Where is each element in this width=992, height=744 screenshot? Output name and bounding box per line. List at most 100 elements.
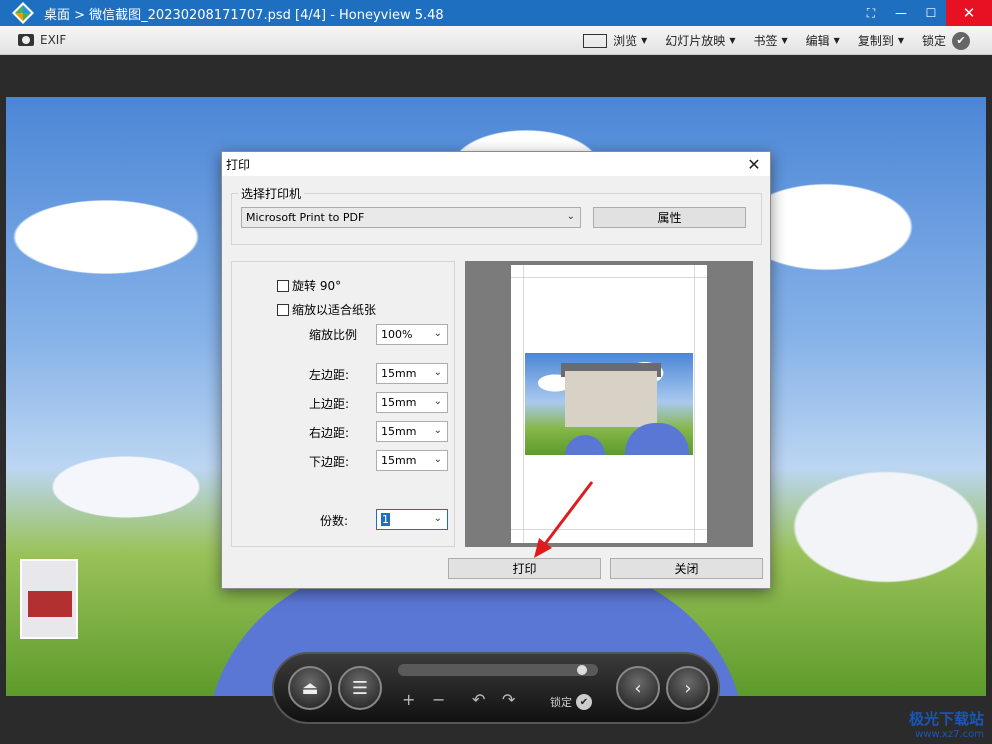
exif-button[interactable]: EXIF xyxy=(18,33,66,47)
exif-label: EXIF xyxy=(40,33,67,47)
chevron-down-icon: ⌄ xyxy=(433,328,442,339)
dialog-close-button-label: 关闭 xyxy=(674,562,699,576)
menu-button[interactable]: ☰ xyxy=(338,666,382,710)
rotate-checkbox-box[interactable] xyxy=(277,279,289,292)
watermark-url: www.xz7.com xyxy=(915,729,984,740)
fullscreen-button[interactable]: ⛶ xyxy=(856,0,886,26)
bookmark-label: 书签 xyxy=(753,34,778,48)
copies-select[interactable]: 1 ⌄ xyxy=(376,509,448,530)
print-options-group: 旋转 90° 缩放以适合纸张 缩放比例 100% ⌄ 左边距: 15mm ⌄ 上… xyxy=(231,261,455,547)
copy-to-label: 复制到 xyxy=(857,34,894,48)
bottom-margin-select[interactable]: 15mm ⌄ xyxy=(376,450,448,471)
fit-paper-checkbox[interactable]: 缩放以适合纸张 xyxy=(277,301,376,318)
chevron-down-icon: ⌄ xyxy=(433,454,442,465)
window-title: 桌面 > 微信截图_20230208171707.psd [4/4] - Hon… xyxy=(44,7,444,23)
printer-group: 选择打印机 Microsoft Print to PDF ⌄ 属性 xyxy=(231,185,762,245)
minimize-icon: — xyxy=(895,6,907,20)
fit-paper-checkbox-box[interactable] xyxy=(277,303,289,316)
check-icon: ✔ xyxy=(576,694,592,710)
close-icon: ✕ xyxy=(962,4,976,22)
dialog-close-button[interactable]: 关闭 xyxy=(610,558,763,579)
print-button-label: 打印 xyxy=(512,562,537,576)
right-margin-label: 右边距: xyxy=(309,426,350,440)
annotation-arrow xyxy=(534,481,594,558)
previous-button[interactable]: ‹ xyxy=(616,666,660,710)
top-margin-label: 上边距: xyxy=(309,397,350,411)
title-bar: 桌面 > 微信截图_20230208171707.psd [4/4] - Hon… xyxy=(0,0,992,26)
print-dialog: 打印 ✕ 选择打印机 Microsoft Print to PDF ⌄ 属性 旋… xyxy=(221,151,771,589)
edit-menu[interactable]: 编辑 ▼ xyxy=(806,32,840,49)
scale-select[interactable]: 100% ⌄ xyxy=(376,324,448,345)
rotate-right-icon[interactable]: ↷ xyxy=(502,690,515,709)
rotate-label: 旋转 90° xyxy=(292,279,342,293)
chevron-left-icon: ‹ xyxy=(634,677,642,699)
edit-label: 编辑 xyxy=(805,34,830,48)
top-margin-select[interactable]: 15mm ⌄ xyxy=(376,392,448,413)
dialog-title: 打印 xyxy=(226,157,251,172)
chevron-down-icon: ⌄ xyxy=(433,367,442,378)
controls-lock-toggle[interactable]: 锁定 ✔ xyxy=(550,694,592,710)
left-margin-select[interactable]: 15mm ⌄ xyxy=(376,363,448,384)
minimize-button[interactable]: — xyxy=(886,0,916,26)
properties-button[interactable]: 属性 xyxy=(593,207,746,228)
caret-down-icon: ▼ xyxy=(729,36,736,45)
eject-button[interactable]: ⏏ xyxy=(288,666,332,710)
rotate-checkbox[interactable]: 旋转 90° xyxy=(277,277,341,294)
camera-icon xyxy=(18,34,34,46)
properties-button-label: 属性 xyxy=(657,211,682,225)
print-button[interactable]: 打印 xyxy=(448,558,601,579)
right-margin-select[interactable]: 15mm ⌄ xyxy=(376,421,448,442)
slideshow-menu[interactable]: 幻灯片放映 ▼ xyxy=(665,32,735,49)
top-margin-value: 15mm xyxy=(381,396,417,409)
lock-toggle[interactable]: 锁定 ✔ xyxy=(921,31,970,50)
right-margin-value: 15mm xyxy=(381,425,417,438)
slider-knob[interactable] xyxy=(576,665,587,675)
fullscreen-icon: ⛶ xyxy=(866,5,876,20)
browse-icon xyxy=(583,33,608,48)
browse-label: 浏览 xyxy=(613,34,638,48)
copies-value: 1 xyxy=(381,513,390,526)
left-margin-label: 左边距: xyxy=(309,368,350,382)
eject-icon: ⏏ xyxy=(301,677,319,699)
check-icon: ✔ xyxy=(952,31,970,50)
lock-label: 锁定 xyxy=(921,34,946,48)
next-button[interactable]: › xyxy=(666,666,710,710)
caret-down-icon: ▼ xyxy=(781,36,788,45)
dialog-close-icon[interactable]: ✕ xyxy=(744,154,764,174)
slideshow-label: 幻灯片放映 xyxy=(665,34,726,48)
chevron-right-icon: › xyxy=(684,677,692,699)
zoom-in-icon[interactable]: + xyxy=(402,690,415,709)
image-sale-sign xyxy=(20,559,78,639)
printer-select-value: Microsoft Print to PDF xyxy=(246,211,365,224)
playback-controls: ⏏ ☰ + − ↶ ↷ 锁定 ✔ ‹ › xyxy=(272,652,720,724)
site-watermark: 极光下载站 www.xz7.com xyxy=(909,708,984,740)
position-slider[interactable] xyxy=(398,664,598,676)
caret-down-icon: ▼ xyxy=(641,36,648,45)
bottom-margin-label: 下边距: xyxy=(309,455,350,469)
copies-label: 份数: xyxy=(320,514,349,528)
watermark-text: 极光下载站 xyxy=(908,710,984,728)
chevron-down-icon: ⌄ xyxy=(566,211,575,222)
honeyview-app-icon xyxy=(10,0,36,26)
printer-select[interactable]: Microsoft Print to PDF ⌄ xyxy=(241,207,581,228)
browse-menu[interactable]: 浏览 ▼ xyxy=(583,32,647,49)
maximize-icon: ☐ xyxy=(925,6,937,20)
zoom-out-icon[interactable]: − xyxy=(432,690,445,709)
caret-down-icon: ▼ xyxy=(897,36,904,45)
close-button[interactable]: ✕ xyxy=(946,0,992,26)
scale-label: 缩放比例 xyxy=(309,328,358,342)
printer-group-label: 选择打印机 xyxy=(238,185,305,202)
maximize-button[interactable]: ☐ xyxy=(916,0,946,26)
toolbar: EXIF 浏览 ▼ 幻灯片放映 ▼ 书签 ▼ 编辑 ▼ 复制到 ▼ 锁定 ✔ xyxy=(0,26,992,55)
chevron-down-icon: ⌄ xyxy=(433,425,442,436)
rotate-left-icon[interactable]: ↶ xyxy=(472,690,485,709)
scale-value: 100% xyxy=(381,328,413,341)
copy-to-menu[interactable]: 复制到 ▼ xyxy=(858,32,904,49)
preview-image xyxy=(525,353,693,455)
chevron-down-icon: ⌄ xyxy=(433,513,442,524)
fit-paper-label: 缩放以适合纸张 xyxy=(292,303,377,317)
bottom-margin-value: 15mm xyxy=(381,454,417,467)
caret-down-icon: ▼ xyxy=(833,36,840,45)
bookmark-menu[interactable]: 书签 ▼ xyxy=(753,32,787,49)
chevron-down-icon: ⌄ xyxy=(433,396,442,407)
